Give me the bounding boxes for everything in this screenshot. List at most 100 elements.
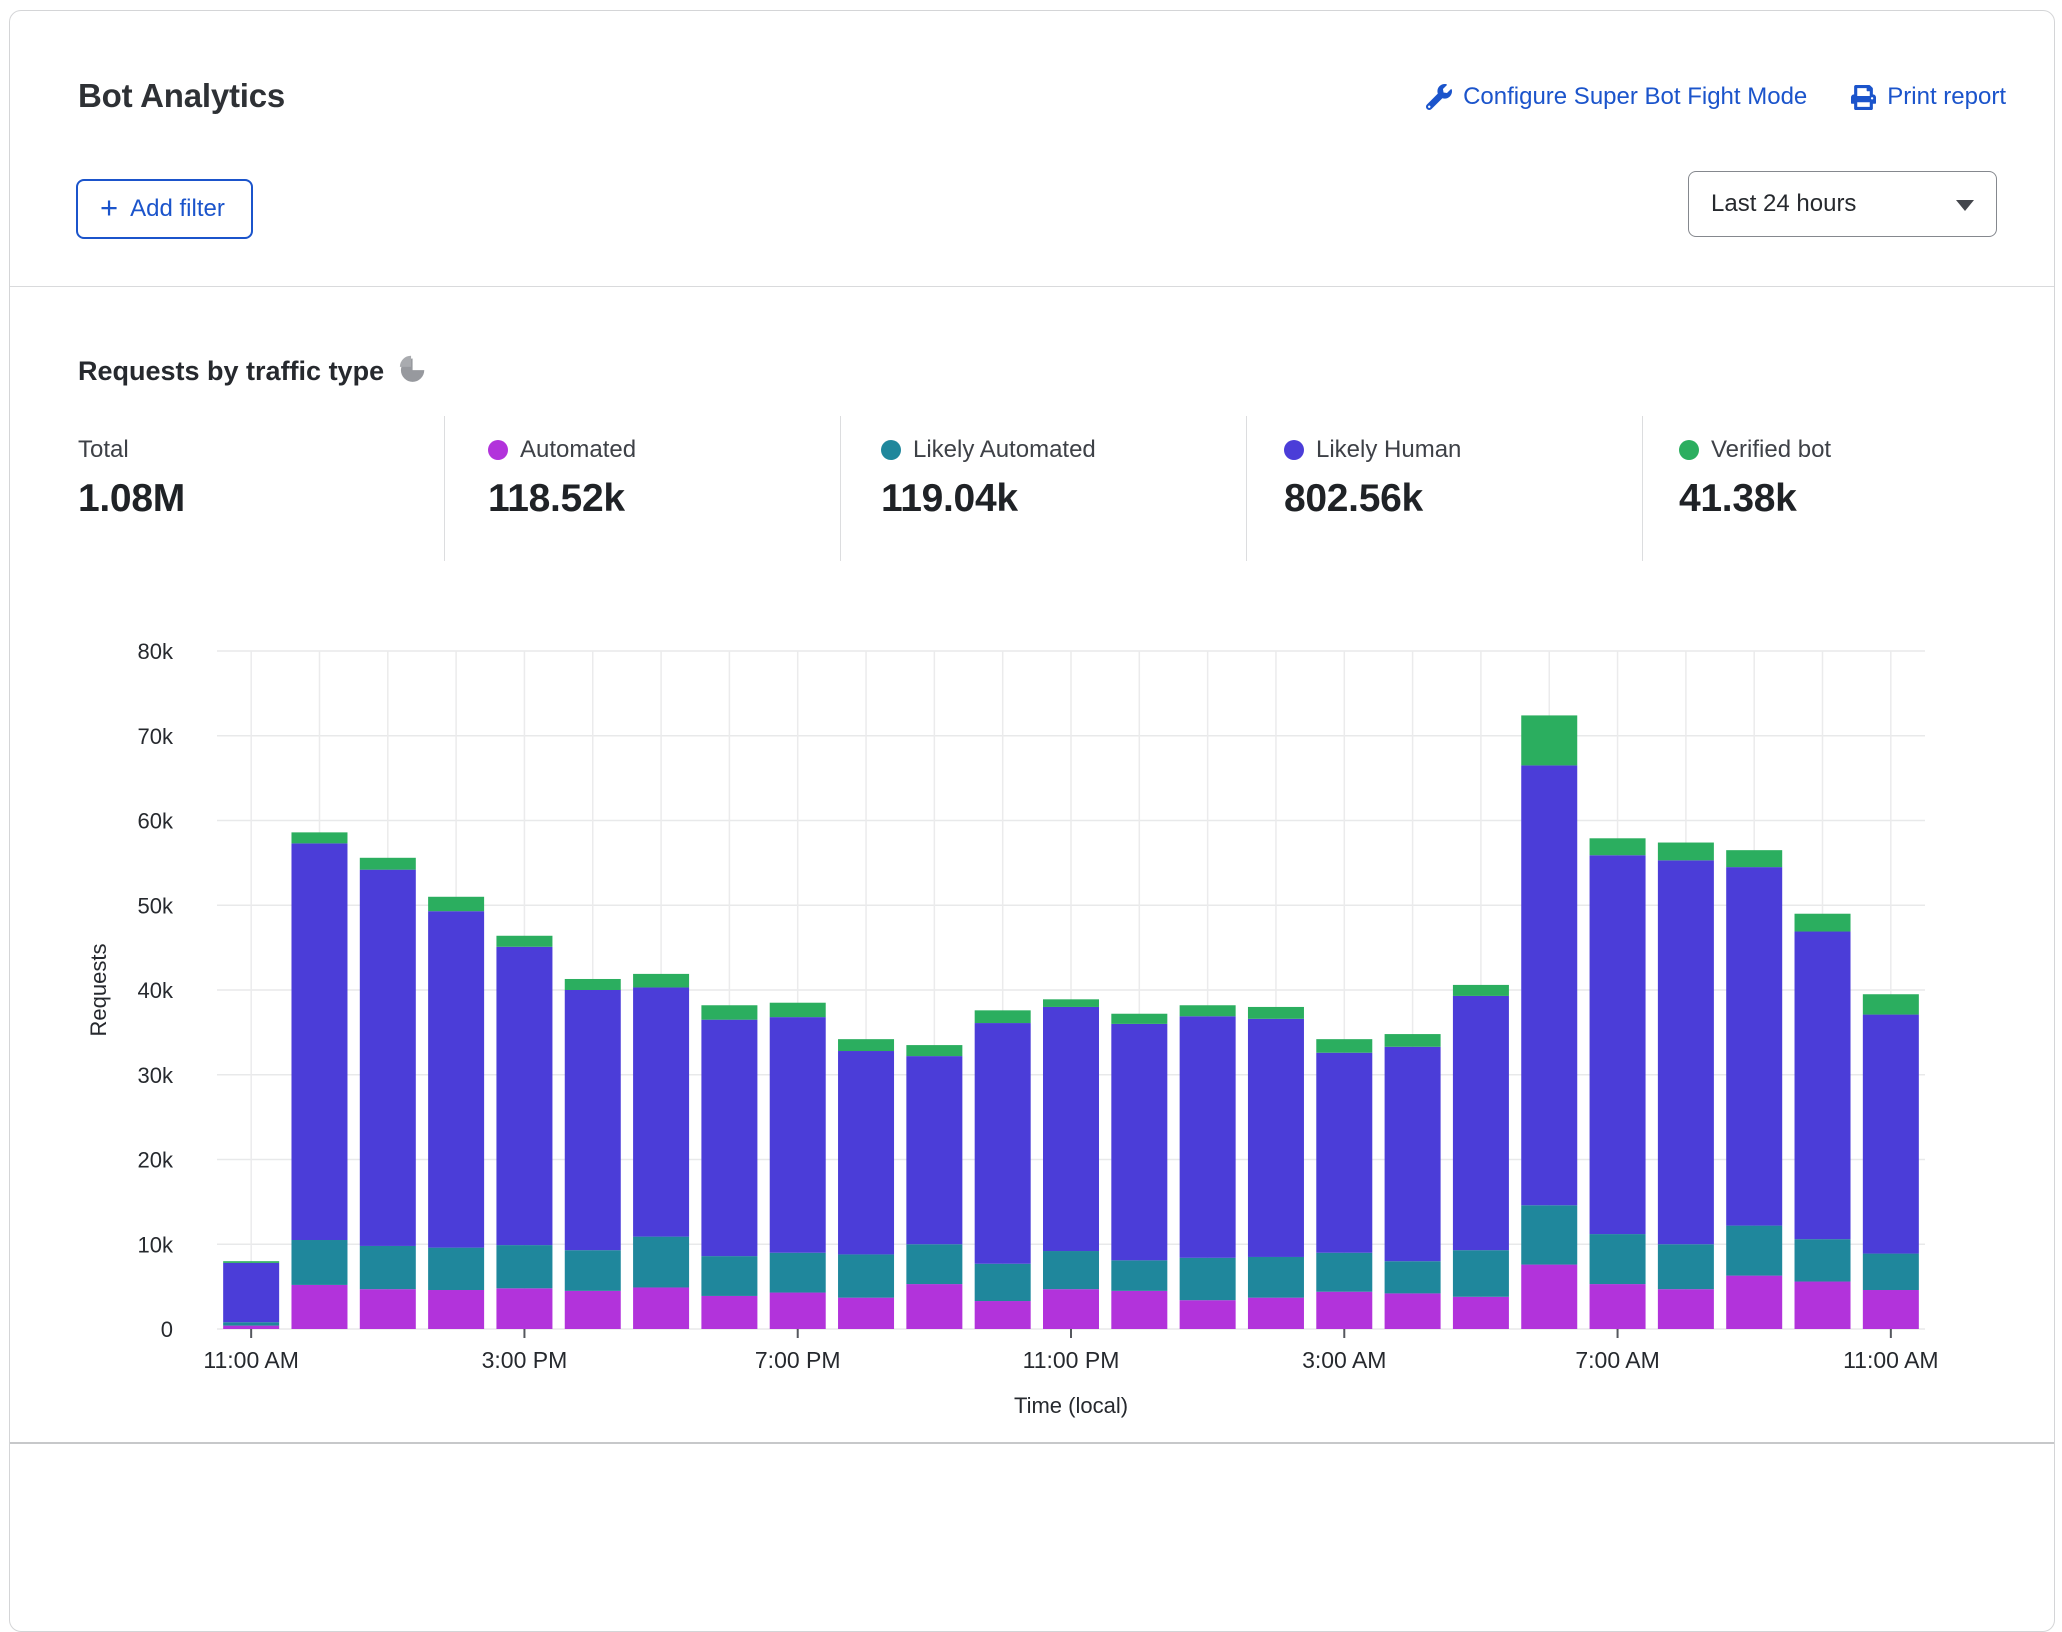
bar-segment-verified-bot[interactable] bbox=[223, 1261, 279, 1263]
bar-segment-likely-automated[interactable] bbox=[906, 1244, 962, 1284]
bar-segment-likely-human[interactable] bbox=[1180, 1016, 1236, 1258]
bar-segment-automated[interactable] bbox=[1111, 1291, 1167, 1329]
bar-segment-automated[interactable] bbox=[1590, 1284, 1646, 1329]
bar-segment-likely-automated[interactable] bbox=[1111, 1260, 1167, 1291]
bar-segment-automated[interactable] bbox=[291, 1285, 347, 1329]
bar-segment-likely-human[interactable] bbox=[1043, 1007, 1099, 1251]
bar-segment-verified-bot[interactable] bbox=[906, 1045, 962, 1056]
bar-segment-likely-human[interactable] bbox=[1795, 932, 1851, 1240]
bar-segment-verified-bot[interactable] bbox=[1521, 715, 1577, 765]
bar-segment-verified-bot[interactable] bbox=[496, 936, 552, 947]
bar-segment-likely-human[interactable] bbox=[223, 1263, 279, 1322]
bar-segment-likely-automated[interactable] bbox=[1590, 1234, 1646, 1284]
bar-segment-automated[interactable] bbox=[565, 1291, 621, 1329]
bar-segment-likely-human[interactable] bbox=[1658, 860, 1714, 1244]
bar-segment-automated[interactable] bbox=[770, 1293, 826, 1329]
bar-segment-automated[interactable] bbox=[701, 1296, 757, 1329]
bar-segment-verified-bot[interactable] bbox=[1590, 838, 1646, 855]
bar-segment-likely-human[interactable] bbox=[1726, 867, 1782, 1225]
bar-segment-automated[interactable] bbox=[1180, 1300, 1236, 1329]
bar-segment-likely-human[interactable] bbox=[906, 1056, 962, 1244]
bar-segment-likely-human[interactable] bbox=[1111, 1024, 1167, 1260]
bar-segment-likely-automated[interactable] bbox=[1658, 1244, 1714, 1289]
bar-segment-verified-bot[interactable] bbox=[1795, 914, 1851, 932]
bar-segment-likely-human[interactable] bbox=[496, 947, 552, 1245]
bar-segment-likely-automated[interactable] bbox=[1726, 1226, 1782, 1276]
stat-automated[interactable]: Automated118.52k bbox=[488, 436, 636, 521]
bar-segment-automated[interactable] bbox=[1248, 1298, 1304, 1329]
bar-segment-likely-automated[interactable] bbox=[770, 1253, 826, 1293]
bar-segment-likely-human[interactable] bbox=[1863, 1015, 1919, 1254]
bar-segment-verified-bot[interactable] bbox=[1316, 1039, 1372, 1053]
bar-segment-automated[interactable] bbox=[633, 1287, 689, 1329]
add-filter-button[interactable]: + Add filter bbox=[76, 179, 253, 239]
bar-segment-likely-automated[interactable] bbox=[291, 1240, 347, 1285]
bar-segment-likely-automated[interactable] bbox=[1385, 1261, 1441, 1293]
bar-segment-automated[interactable] bbox=[1863, 1290, 1919, 1329]
bar-segment-likely-human[interactable] bbox=[1590, 855, 1646, 1234]
bar-segment-likely-human[interactable] bbox=[1521, 765, 1577, 1205]
bar-segment-automated[interactable] bbox=[1043, 1289, 1099, 1329]
bar-segment-likely-automated[interactable] bbox=[1180, 1258, 1236, 1300]
bar-segment-verified-bot[interactable] bbox=[428, 897, 484, 911]
bar-segment-automated[interactable] bbox=[1453, 1297, 1509, 1329]
bar-segment-automated[interactable] bbox=[223, 1326, 279, 1329]
bar-segment-likely-automated[interactable] bbox=[633, 1237, 689, 1288]
bar-segment-automated[interactable] bbox=[1726, 1276, 1782, 1329]
stat-likely-automated[interactable]: Likely Automated119.04k bbox=[881, 436, 1096, 521]
bar-segment-likely-automated[interactable] bbox=[1453, 1250, 1509, 1297]
bar-segment-verified-bot[interactable] bbox=[360, 858, 416, 870]
bar-segment-likely-automated[interactable] bbox=[701, 1256, 757, 1296]
bar-segment-likely-human[interactable] bbox=[360, 870, 416, 1246]
bar-segment-verified-bot[interactable] bbox=[838, 1039, 894, 1051]
bar-segment-likely-human[interactable] bbox=[428, 911, 484, 1247]
bar-segment-automated[interactable] bbox=[360, 1289, 416, 1329]
bar-segment-likely-automated[interactable] bbox=[1521, 1205, 1577, 1264]
bar-segment-likely-human[interactable] bbox=[1316, 1053, 1372, 1253]
bar-segment-automated[interactable] bbox=[1521, 1265, 1577, 1329]
bar-segment-likely-automated[interactable] bbox=[1248, 1257, 1304, 1298]
bar-segment-automated[interactable] bbox=[1385, 1293, 1441, 1329]
bar-segment-verified-bot[interactable] bbox=[1658, 843, 1714, 861]
bar-segment-verified-bot[interactable] bbox=[975, 1010, 1031, 1023]
bar-segment-verified-bot[interactable] bbox=[1453, 985, 1509, 996]
bar-segment-likely-automated[interactable] bbox=[565, 1250, 621, 1291]
bar-segment-likely-automated[interactable] bbox=[428, 1248, 484, 1290]
bar-segment-automated[interactable] bbox=[428, 1290, 484, 1329]
bar-segment-verified-bot[interactable] bbox=[1726, 850, 1782, 867]
bar-segment-verified-bot[interactable] bbox=[291, 832, 347, 843]
bar-segment-automated[interactable] bbox=[906, 1284, 962, 1329]
bar-segment-likely-automated[interactable] bbox=[1795, 1239, 1851, 1281]
bar-segment-automated[interactable] bbox=[1658, 1289, 1714, 1329]
bar-segment-likely-human[interactable] bbox=[1385, 1047, 1441, 1261]
stat-likely-human[interactable]: Likely Human802.56k bbox=[1284, 436, 1461, 521]
bar-segment-automated[interactable] bbox=[1795, 1282, 1851, 1329]
bar-segment-likely-automated[interactable] bbox=[975, 1264, 1031, 1301]
bar-segment-likely-human[interactable] bbox=[770, 1017, 826, 1253]
bar-segment-likely-automated[interactable] bbox=[1316, 1253, 1372, 1292]
bar-segment-likely-human[interactable] bbox=[1453, 996, 1509, 1250]
bar-segment-automated[interactable] bbox=[975, 1301, 1031, 1329]
bar-segment-likely-automated[interactable] bbox=[1863, 1254, 1919, 1290]
bar-segment-verified-bot[interactable] bbox=[1180, 1005, 1236, 1016]
bar-segment-likely-automated[interactable] bbox=[223, 1322, 279, 1325]
time-range-select[interactable]: Last 24 hours bbox=[1688, 171, 1997, 237]
bar-segment-verified-bot[interactable] bbox=[1863, 994, 1919, 1014]
bar-segment-likely-human[interactable] bbox=[701, 1020, 757, 1256]
bar-segment-automated[interactable] bbox=[1316, 1292, 1372, 1329]
bar-segment-automated[interactable] bbox=[496, 1288, 552, 1329]
configure-super-bot-fight-mode-link[interactable]: Configure Super Bot Fight Mode bbox=[1426, 83, 1807, 111]
bar-segment-likely-automated[interactable] bbox=[838, 1254, 894, 1297]
bar-segment-verified-bot[interactable] bbox=[701, 1005, 757, 1019]
bar-segment-likely-human[interactable] bbox=[975, 1023, 1031, 1264]
bar-segment-verified-bot[interactable] bbox=[1248, 1007, 1304, 1019]
bar-segment-automated[interactable] bbox=[838, 1298, 894, 1329]
bar-segment-verified-bot[interactable] bbox=[565, 979, 621, 990]
bar-segment-verified-bot[interactable] bbox=[1043, 999, 1099, 1007]
bar-segment-verified-bot[interactable] bbox=[633, 974, 689, 988]
bar-segment-likely-automated[interactable] bbox=[360, 1246, 416, 1289]
print-report-link[interactable]: Print report bbox=[1851, 83, 2006, 111]
stat-verified-bot[interactable]: Verified bot41.38k bbox=[1679, 436, 1831, 521]
bar-segment-likely-human[interactable] bbox=[291, 843, 347, 1240]
bar-segment-verified-bot[interactable] bbox=[1385, 1034, 1441, 1047]
